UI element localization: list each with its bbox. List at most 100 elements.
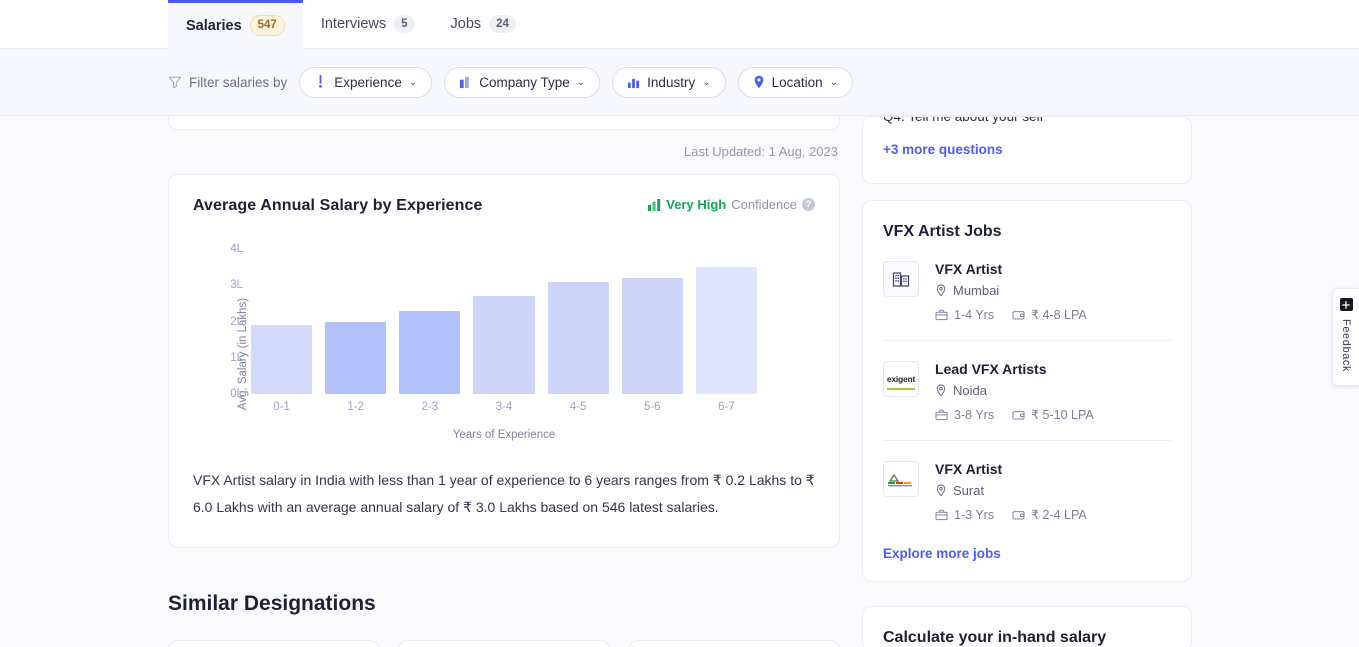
- wallet-icon: [1012, 509, 1025, 521]
- chart-y-tick: 2L: [230, 316, 243, 328]
- filter-chip-experience-label: Experience: [334, 75, 402, 90]
- chart-bar[interactable]: [548, 282, 609, 394]
- chart-bar[interactable]: [399, 311, 460, 394]
- chart-x-tick: 0-1: [251, 401, 312, 413]
- chart-bar[interactable]: [696, 267, 757, 394]
- job-location-text: Mumbai: [953, 283, 999, 298]
- chart-bar-column[interactable]: [622, 249, 683, 394]
- chart-bar-column[interactable]: [473, 249, 534, 394]
- location-pin-icon: [753, 75, 765, 89]
- chart-title: Average Annual Salary by Experience: [193, 197, 483, 215]
- tab-interviews-count: 5: [394, 15, 414, 33]
- filter-bar-label: Filter salaries by: [168, 75, 287, 90]
- chart-bar[interactable]: [325, 322, 386, 395]
- salary-bar-chart: Avg. Salary (in Lakhs) 0L1L2L3L4L 0-11-2…: [193, 249, 815, 459]
- chart-x-tick: 2-3: [399, 401, 460, 413]
- chevron-down-icon: ⌄: [830, 77, 838, 88]
- chart-x-tick: 5-6: [622, 401, 683, 413]
- funnel-icon: [168, 75, 182, 89]
- tab-jobs-count: 24: [489, 15, 516, 33]
- similar-designation-card[interactable]: [168, 640, 380, 647]
- jobs-card-title: VFX Artist Jobs: [883, 223, 1171, 241]
- tab-jobs-label: Jobs: [451, 16, 482, 32]
- more-questions-link[interactable]: +3 more questions: [883, 142, 1003, 157]
- filter-chip-company-type-label: Company Type: [479, 75, 570, 90]
- chart-bar-column[interactable]: [325, 249, 386, 394]
- briefcase-icon: [935, 509, 948, 521]
- chart-y-tick: 4L: [230, 243, 243, 255]
- job-meta-row: 1-3 Yrs ₹ 2-4 LPA: [935, 507, 1171, 522]
- filter-chip-location[interactable]: Location ⌄: [738, 67, 853, 98]
- location-pin-icon: [935, 384, 947, 397]
- chart-plot-area: [251, 249, 757, 394]
- explore-more-jobs-link[interactable]: Explore more jobs: [883, 546, 1171, 561]
- chart-x-tick: 4-5: [548, 401, 609, 413]
- salary-calculator-title: Calculate your in-hand salary: [883, 629, 1171, 647]
- filter-chip-company-type[interactable]: Company Type ⌄: [444, 67, 600, 98]
- similar-designations-row: [168, 640, 840, 647]
- job-list-item[interactable]: exigentLead VFX ArtistsNoida3-8 Yrs₹ 5-1…: [883, 341, 1171, 441]
- job-list-item[interactable]: VFX Artist Surat 1-3 Yrs ₹ 2-4 LPA: [883, 441, 1171, 528]
- bar-chart-icon: [648, 199, 661, 211]
- previous-card-bottom-edge: [168, 116, 840, 130]
- chart-y-tick: 0L: [230, 388, 243, 400]
- job-list-item[interactable]: VFX Artist Mumbai 1-4 Yrs ₹ 4-8 LPA: [883, 241, 1171, 341]
- feedback-label: Feedback: [1340, 319, 1352, 372]
- job-details: VFX Artist Surat 1-3 Yrs ₹ 2-4 LPA: [935, 461, 1171, 522]
- job-location: Mumbai: [935, 283, 1171, 298]
- confidence-word: Confidence: [731, 197, 797, 212]
- page-root: Salaries 547 Interviews 5 Jobs 24 Filter…: [0, 0, 1359, 647]
- chart-bar-column[interactable]: [548, 249, 609, 394]
- chart-bar-column[interactable]: [399, 249, 460, 394]
- filter-chip-experience[interactable]: Experience ⌄: [299, 67, 432, 98]
- company-type-icon: [459, 76, 472, 89]
- job-meta-row: 1-4 Yrs ₹ 4-8 LPA: [935, 307, 1171, 322]
- tab-jobs[interactable]: Jobs 24: [433, 0, 534, 48]
- company-logo: [883, 461, 919, 497]
- chart-bar[interactable]: [473, 296, 534, 394]
- confidence-badge: Very High Confidence ?: [648, 197, 815, 212]
- job-salary: ₹ 5-10 LPA: [1012, 407, 1094, 422]
- tab-interviews[interactable]: Interviews 5: [303, 0, 433, 48]
- job-experience-text: 1-4 Yrs: [954, 308, 994, 322]
- job-location: Noida: [935, 383, 1171, 398]
- chart-y-tick: 3L: [230, 279, 243, 291]
- salary-by-experience-card: Average Annual Salary by Experience Very…: [168, 174, 840, 548]
- chevron-down-icon: ⌄: [409, 77, 417, 88]
- chart-bar[interactable]: [622, 278, 683, 394]
- job-meta-row: 3-8 Yrs₹ 5-10 LPA: [935, 407, 1171, 422]
- location-pin-icon: [935, 484, 947, 497]
- feedback-tab[interactable]: Feedback: [1332, 288, 1359, 386]
- job-experience: 1-4 Yrs: [935, 307, 994, 322]
- chart-bar[interactable]: [251, 325, 312, 394]
- chart-bar-column[interactable]: [251, 249, 312, 394]
- feedback-icon: [1340, 298, 1353, 311]
- briefcase-icon: [935, 309, 948, 321]
- location-pin-icon: [935, 284, 947, 297]
- confidence-level: Very High: [666, 197, 726, 212]
- jobs-list: VFX ArtistMumbai1-4 Yrs₹ 4-8 LPAexigentL…: [883, 241, 1171, 528]
- similar-designation-card[interactable]: [628, 640, 840, 647]
- chart-bar-column[interactable]: [696, 249, 757, 394]
- help-icon[interactable]: ?: [802, 198, 815, 211]
- job-title[interactable]: VFX Artist: [935, 261, 1171, 277]
- job-salary-text: ₹ 2-4 LPA: [1031, 507, 1087, 522]
- chart-x-tick: 6-7: [696, 401, 757, 413]
- chart-x-axis-ticks: 0-11-22-33-44-55-66-7: [251, 401, 757, 413]
- similar-designation-card[interactable]: [398, 640, 610, 647]
- job-title[interactable]: VFX Artist: [935, 461, 1171, 477]
- wallet-icon: [1012, 409, 1025, 421]
- briefcase-icon: [935, 409, 948, 421]
- job-title[interactable]: Lead VFX Artists: [935, 361, 1171, 377]
- job-location: Surat: [935, 483, 1171, 498]
- chart-x-axis-label: Years of Experience: [193, 429, 815, 441]
- salary-calculator-card: Calculate your in-hand salary: [862, 606, 1192, 647]
- job-experience: 1-3 Yrs: [935, 507, 994, 522]
- experience-icon: [314, 75, 327, 89]
- filter-chip-industry[interactable]: Industry ⌄: [612, 67, 725, 98]
- chart-y-tick: 1L: [230, 352, 243, 364]
- tab-salaries[interactable]: Salaries 547: [168, 0, 303, 48]
- job-salary: ₹ 4-8 LPA: [1012, 307, 1087, 322]
- filter-bar: Filter salaries by Experience ⌄ Company …: [0, 49, 1359, 116]
- filter-bar-label-text: Filter salaries by: [189, 75, 287, 90]
